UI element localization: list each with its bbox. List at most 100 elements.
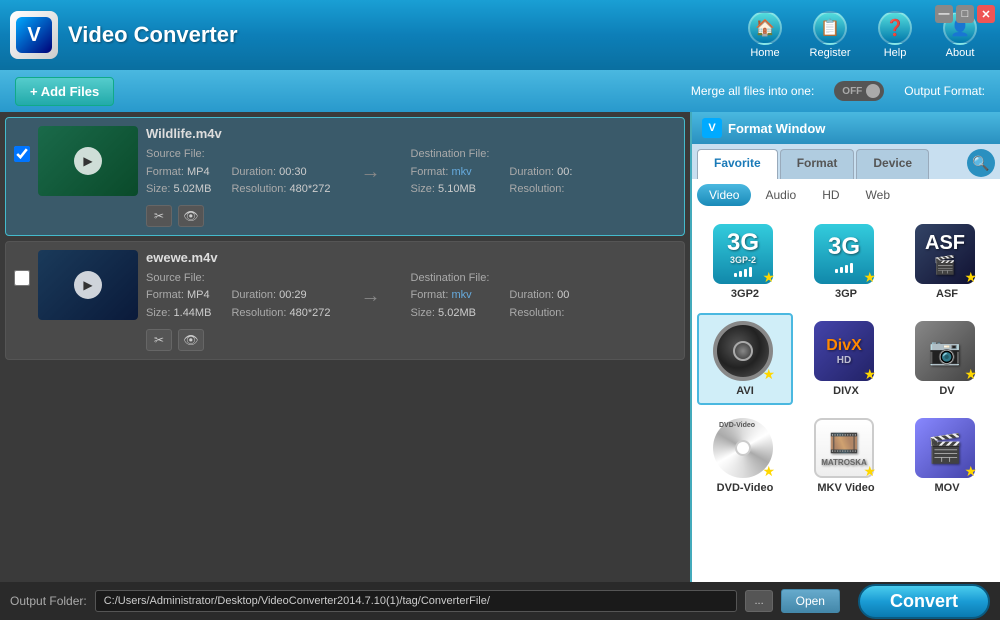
format-tabs: Favorite Format Device 🔍 <box>692 144 1000 179</box>
source-duration-1: Duration: 00:30 <box>231 164 330 182</box>
play-button-1[interactable]: ▶ <box>74 147 102 175</box>
star-badge-avi: ★ <box>762 366 775 383</box>
register-icon: 📋 <box>813 11 847 45</box>
format-item-mov[interactable]: 🎬 ★ MOV <box>899 410 995 502</box>
source-duration-2: Duration: 00:29 <box>231 287 330 305</box>
format-label-mov: MOV <box>934 482 959 494</box>
format-item-dv[interactable]: 📷 ★ DV <box>899 313 995 405</box>
format-window-title: Format Window <box>728 121 825 136</box>
cut-button-1[interactable]: ✂ <box>146 205 172 227</box>
format-label-mkv: MKV Video <box>817 482 874 494</box>
nav-help[interactable]: ❓ Help <box>865 6 925 64</box>
search-button[interactable]: 🔍 <box>967 149 995 177</box>
close-button[interactable]: ✕ <box>977 5 995 23</box>
format-icon-wrapper-avi: ★ <box>713 321 777 385</box>
format-icon-wrapper-3gp: 3G ★ <box>814 224 878 288</box>
dest-timing-col-1: Duration: 00: Resolution: <box>509 146 572 199</box>
star-badge-divx: ★ <box>863 366 876 383</box>
format-label-avi: AVI <box>736 385 754 397</box>
source-timing-col-1: Duration: 00:30 Resolution: 480*272 <box>231 146 330 199</box>
source-res-1: Resolution: 480*272 <box>231 181 330 199</box>
dest-format-2: Format: mkv <box>411 287 490 305</box>
source-col-2: Source File: Format: MP4 Size: 1.44MB <box>146 270 211 323</box>
file-item-2[interactable]: ▶ ewewe.m4v Source File: Format: MP4 Siz… <box>5 241 685 360</box>
merge-label: Merge all files into one: <box>691 84 814 98</box>
dest-duration-2: Duration: 00 <box>509 287 569 305</box>
title-bar: V Video Converter 🏠 Home 📋 Register ❓ He… <box>0 0 1000 70</box>
toggle-dot <box>866 84 880 98</box>
format-icon-wrapper-3gp2: 3G 3GP-2 ★ <box>713 224 777 288</box>
format-window: V Format Window Favorite Format Device 🔍… <box>690 112 1000 582</box>
format-item-mkv[interactable]: 🎞️ MATROSKA ★ MKV Video <box>798 410 894 502</box>
format-label-dv: DV <box>939 385 954 397</box>
source-size-2: Size: 1.44MB <box>146 305 211 323</box>
format-grid: 3G 3GP-2 ★ 3GP2 <box>697 216 995 502</box>
subtab-audio[interactable]: Audio <box>753 184 808 206</box>
dest-file-label-2: Destination File: <box>411 270 490 288</box>
help-icon: ❓ <box>878 11 912 45</box>
preview-button-2[interactable]: 👁 <box>178 329 204 351</box>
format-window-logo: V <box>702 118 722 138</box>
format-item-asf[interactable]: ASF 🎬 ★ ASF <box>899 216 995 308</box>
dest-size-2: Size: 5.02MB <box>411 305 490 323</box>
source-format-2: Format: MP4 <box>146 287 211 305</box>
toolbar: + Add Files Merge all files into one: OF… <box>0 70 1000 112</box>
tab-device[interactable]: Device <box>856 149 929 179</box>
format-item-dvd[interactable]: DVD-Video ★ DVD-Video <box>697 410 793 502</box>
merge-toggle[interactable]: OFF <box>834 81 884 101</box>
preview-button-1[interactable]: 👁 <box>178 205 204 227</box>
open-button[interactable]: Open <box>781 589 840 613</box>
browse-button[interactable]: ... <box>745 590 772 612</box>
play-button-2[interactable]: ▶ <box>74 271 102 299</box>
arrow-1: → <box>351 146 391 199</box>
source-res-2: Resolution: 480*272 <box>231 305 330 323</box>
star-badge-mov: ★ <box>964 463 977 480</box>
format-item-3gp2[interactable]: 3G 3GP-2 ★ 3GP2 <box>697 216 793 308</box>
logo-letter: V <box>16 17 52 53</box>
format-icon-wrapper-mov: 🎬 ★ <box>915 418 979 482</box>
maximize-button[interactable]: □ <box>956 5 974 23</box>
nav-register[interactable]: 📋 Register <box>800 6 860 64</box>
subtab-hd[interactable]: HD <box>810 184 851 206</box>
star-badge-dvd: ★ <box>762 463 775 480</box>
add-files-button[interactable]: + Add Files <box>15 77 114 106</box>
file-info-2: ewewe.m4v Source File: Format: MP4 Size:… <box>146 250 676 351</box>
format-window-header: V Format Window <box>692 112 1000 144</box>
add-files-label: + Add Files <box>30 84 99 99</box>
subtab-video[interactable]: Video <box>697 184 751 206</box>
format-item-3gp[interactable]: 3G ★ 3GP <box>798 216 894 308</box>
dest-size-1: Size: 5.10MB <box>411 181 490 199</box>
toggle-state-label: OFF <box>842 86 862 97</box>
tab-format[interactable]: Format <box>780 149 855 179</box>
nav-home[interactable]: 🏠 Home <box>735 6 795 64</box>
file-name-2: ewewe.m4v <box>146 250 676 265</box>
source-format-1: Format: MP4 <box>146 164 211 182</box>
minimize-button[interactable]: — <box>935 5 953 23</box>
main-area: ▶ Wildlife.m4v Source File: Format: MP4 … <box>0 112 1000 582</box>
file-checkbox-2[interactable] <box>14 270 30 286</box>
subtab-web[interactable]: Web <box>854 184 902 206</box>
cut-button-2[interactable]: ✂ <box>146 329 172 351</box>
star-badge-3gp2: ★ <box>762 269 775 286</box>
dest-duration-1: Duration: 00: <box>509 164 572 182</box>
star-badge-3gp: ★ <box>863 269 876 286</box>
format-subtabs: Video Audio HD Web <box>692 179 1000 211</box>
format-icon-wrapper-divx: DivX HD ★ <box>814 321 878 385</box>
format-icon-wrapper-dvd: DVD-Video ★ <box>713 418 777 482</box>
format-item-avi[interactable]: ★ AVI <box>697 313 793 405</box>
convert-button[interactable]: Convert <box>858 584 990 619</box>
arrow-2: → <box>351 270 391 323</box>
source-file-label-2: Source File: <box>146 270 211 288</box>
file-details-2: Source File: Format: MP4 Size: 1.44MB Du… <box>146 270 676 323</box>
file-checkbox-1[interactable] <box>14 146 30 162</box>
file-item-1[interactable]: ▶ Wildlife.m4v Source File: Format: MP4 … <box>5 117 685 236</box>
tab-favorite[interactable]: Favorite <box>697 149 778 179</box>
star-badge-mkv: ★ <box>863 463 876 480</box>
file-name-1: Wildlife.m4v <box>146 126 676 141</box>
format-icon-wrapper-mkv: 🎞️ MATROSKA ★ <box>814 418 878 482</box>
source-timing-col-2: Duration: 00:29 Resolution: 480*272 <box>231 270 330 323</box>
file-actions-1: ✂ 👁 <box>146 205 676 227</box>
format-item-divx[interactable]: DivX HD ★ DIVX <box>798 313 894 405</box>
dest-col-2: Destination File: Format: mkv Size: 5.02… <box>411 270 490 323</box>
app-title: Video Converter <box>68 22 238 48</box>
